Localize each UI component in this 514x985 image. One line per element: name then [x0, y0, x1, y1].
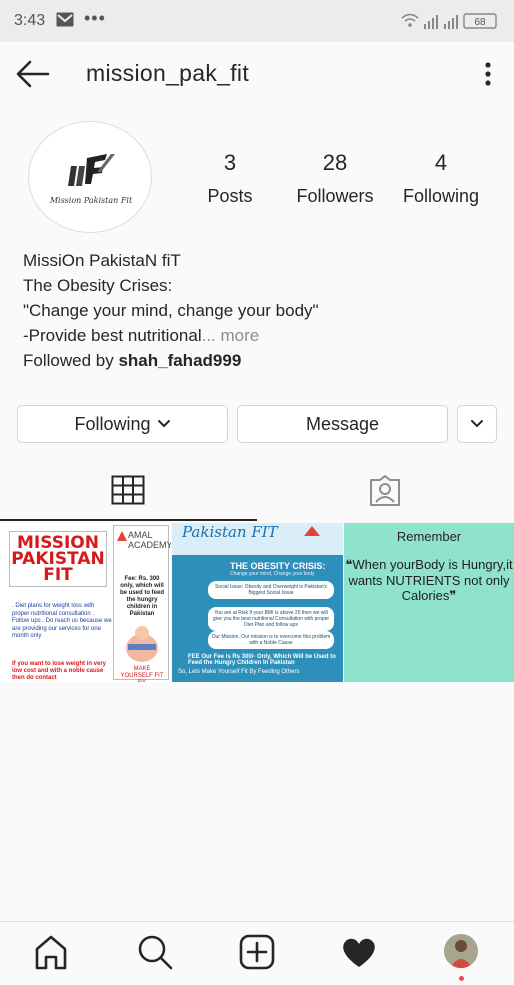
post2-box-1: Social Issue: Obesity and Overweight is …: [208, 581, 334, 599]
posts-grid: MISSION PAKISTAN FIT . Diet plans for we…: [0, 523, 514, 682]
profile-avatar[interactable]: Mission Pakistan Fit: [28, 121, 152, 233]
post3-quote: ❝When yourBody is Hungry,it wants NUTRIE…: [344, 557, 514, 604]
bio-ellipsis: ...: [201, 326, 216, 345]
bio-line-2: "Change your mind, change your body": [23, 301, 319, 320]
search-icon[interactable]: [135, 932, 175, 972]
profile-avatar-icon[interactable]: [442, 932, 482, 981]
post3-quote-text: When yourBody is Hungry,it wants NUTRIEN…: [348, 557, 513, 603]
following-label: Following: [402, 186, 480, 206]
avatar-caption: Mission Pakistan Fit: [49, 196, 133, 205]
post2-subheading: Change your mind, Change your body: [230, 571, 315, 577]
post2-fee: FEE Our Fee is Rs 300/- Only, Which Will…: [188, 654, 336, 666]
chevron-down-icon: [471, 420, 483, 428]
status-bar: 3:43 ••• 68: [0, 0, 514, 42]
bio-more-link[interactable]: more: [216, 326, 259, 345]
stat-following[interactable]: 4 Following: [392, 150, 490, 207]
tab-tagged[interactable]: [257, 462, 514, 522]
mission-pakistan-logo: [68, 154, 115, 186]
post1-make: MAKE YOURSELF FIT BY: [120, 666, 164, 682]
posts-label: Posts: [207, 186, 253, 206]
followed-by-prefix: Followed by: [23, 351, 119, 370]
academy-logo-icon: [117, 531, 127, 541]
post2-box-2: You are at Risk If your BMI is above 25 …: [208, 607, 334, 631]
followers-count: 28: [322, 150, 348, 175]
status-time: 3:43: [14, 12, 46, 29]
home-icon[interactable]: [31, 932, 71, 972]
arrow-left-icon[interactable]: [14, 58, 52, 90]
signal-icon: [444, 15, 458, 29]
wifi-icon: [401, 13, 419, 22]
post3-quote-close: ❞: [449, 588, 457, 603]
post1-title: MISSION PAKISTAN FIT: [9, 531, 107, 587]
bio-line-3-text: -Provide best nutritional: [23, 326, 202, 345]
bio-name: MissiOn PakistaN fiT: [23, 251, 181, 270]
profile-header: mission_pak_fit: [0, 42, 514, 106]
followed-by-user[interactable]: shah_fahad999: [118, 351, 241, 370]
status-icons: 68: [401, 13, 497, 29]
post2-box-3: Our Mission. Our mission is to overcome …: [208, 631, 334, 649]
tagged-person-icon: [370, 475, 400, 506]
person-photo-icon: [444, 934, 478, 968]
battery-level: 68: [474, 17, 486, 28]
post-thumbnail-2[interactable]: Pakistan FIT THE OBESITY CRISIS: Change …: [172, 523, 343, 682]
followers-label: Followers: [296, 186, 374, 206]
following-count: 4: [434, 150, 448, 175]
suggested-accounts-button[interactable]: [457, 405, 497, 443]
vertical-dots-icon[interactable]: [476, 58, 500, 90]
post-thumbnail-1[interactable]: MISSION PAKISTAN FIT . Diet plans for we…: [0, 523, 171, 682]
bio-line-3: -Provide best nutritional... more: [23, 323, 493, 348]
post-thumbnail-3[interactable]: Remember ❝When yourBody is Hungry,it wan…: [344, 523, 514, 682]
heart-icon[interactable]: [339, 932, 379, 972]
post1-side-panel: AMAL ACADEMY Fee: Rs. 300 only, which wi…: [113, 525, 171, 682]
stat-followers[interactable]: 28 Followers: [286, 150, 384, 207]
post2-bottom: So, Lets Make Yourself Fit By Feeding Ot…: [178, 669, 300, 675]
message-button[interactable]: Message: [237, 405, 448, 443]
posts-count: 3: [223, 150, 237, 175]
mail-icon: [56, 12, 74, 27]
nav-avatar-image: [444, 934, 478, 968]
profile-tabs: [0, 462, 514, 522]
bottom-navigation: [0, 921, 514, 985]
post3-remember: Remember: [396, 529, 462, 544]
following-button[interactable]: Following: [17, 405, 228, 443]
post2-title: Pakistan FIT: [182, 523, 278, 541]
signal-icon: [424, 15, 438, 29]
cartoon-figure-icon: [126, 626, 158, 662]
post2-heading: THE OBESITY CRISIS:: [230, 561, 326, 571]
followed-by: Followed by shah_fahad999: [23, 348, 493, 373]
add-post-icon[interactable]: [237, 932, 277, 972]
profile-username: mission_pak_fit: [86, 60, 250, 86]
post1-academy: AMAL ACADEMY: [128, 530, 171, 550]
grid-icon: [111, 475, 145, 505]
tab-posts-grid[interactable]: [0, 462, 257, 522]
post1-list: . Diet plans for weight loss with proper…: [12, 603, 112, 639]
message-button-label: Message: [305, 413, 380, 434]
notification-dot: [459, 976, 464, 981]
chevron-down-icon: [157, 420, 170, 428]
more-dots-icon: •••: [84, 8, 106, 28]
post1-fee: Fee: Rs. 300 only, which will be used to…: [119, 576, 164, 617]
post1-bottom: If you want to lose weight in very low c…: [12, 661, 107, 681]
following-button-label: Following: [74, 413, 151, 434]
mini-logo-icon: [304, 526, 320, 536]
bio-line-1: The Obesity Crises:: [23, 276, 173, 295]
active-tab-indicator: [0, 519, 257, 521]
stat-posts[interactable]: 3 Posts: [198, 150, 262, 207]
profile-bio: MissiOn PakistaN fiT The Obesity Crises:…: [23, 248, 493, 373]
